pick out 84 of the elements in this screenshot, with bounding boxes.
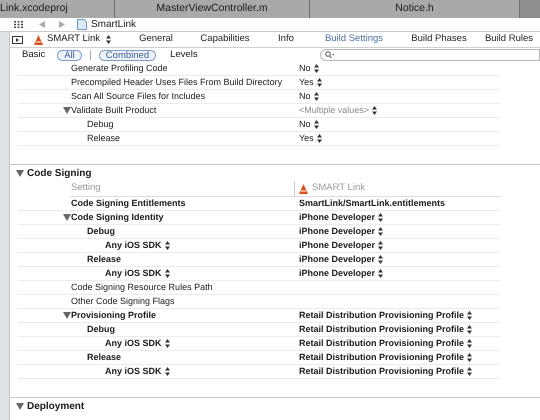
stepper-icon: [314, 120, 319, 129]
setting-value[interactable]: Retail Distribution Provisioning Profile: [299, 364, 472, 378]
stepper-icon: [378, 241, 384, 250]
setting-name: Debug: [87, 118, 114, 131]
setting-name: Generate Profiling Code: [71, 62, 168, 75]
stepper-icon: [467, 325, 472, 334]
grid-icon[interactable]: [14, 21, 23, 28]
stepper-icon: [467, 311, 472, 320]
editor-tab[interactable]: General: [124, 32, 187, 47]
setting-value[interactable]: iPhone Developer: [299, 224, 384, 238]
file-tab[interactable]: Notice.h: [310, 0, 520, 18]
stepper-icon: [467, 353, 472, 362]
setting-name: Any iOS SDK: [105, 238, 162, 252]
stepper-icon: [467, 367, 472, 376]
setting-name: Release: [87, 132, 120, 145]
stepper-icon: [378, 269, 384, 278]
setting-value[interactable]: Retail Distribution Provisioning Profile: [299, 308, 472, 322]
column-header: Setting: [70, 182, 101, 194]
file-tab[interactable]: MasterViewController.m: [115, 0, 310, 18]
setting-name: Validate Built Product: [71, 104, 156, 117]
filter-button[interactable]: Combined: [98, 50, 156, 60]
setting-value[interactable]: Retail Distribution Provisioning Profile: [299, 336, 472, 350]
setting-name: Precompiled Header Uses Files From Build Directory: [71, 76, 282, 89]
filter-button[interactable]: All: [57, 50, 82, 60]
setting-value[interactable]: No: [299, 118, 319, 132]
stepper-icon: [378, 227, 384, 236]
stepper-icon: [316, 134, 322, 143]
setting-name: Code Signing Resource Rules Path: [71, 280, 213, 294]
setting-value[interactable]: Yes: [299, 132, 322, 146]
stepper-icon: [316, 78, 322, 87]
setting-value[interactable]: No: [299, 62, 319, 76]
forward-icon[interactable]: [58, 21, 65, 28]
setting-name: Release: [87, 252, 122, 266]
editor-tab[interactable]: Build Settings: [308, 32, 399, 47]
breadcrumb-item[interactable]: SmartLink: [91, 17, 136, 32]
file-tab[interactable]: Link.xcodeproj: [0, 0, 115, 18]
stepper-icon: [164, 241, 170, 250]
setting-name: Debug: [87, 322, 115, 336]
stepper-icon: [372, 106, 378, 115]
setting-name: Code Signing Identity: [71, 210, 164, 224]
search-field[interactable]: [320, 49, 540, 61]
editor-tab[interactable]: Build Rules: [478, 32, 539, 47]
setting-name: Release: [87, 350, 122, 364]
editor-tab[interactable]: Capabilities: [186, 32, 263, 47]
stepper-icon: [314, 92, 319, 101]
sidebar-toggle-icon: [12, 36, 23, 44]
search-icon: [325, 51, 335, 59]
stepper-icon: [378, 255, 384, 264]
stepper-icon: [164, 367, 170, 376]
setting-name: Other Code Signing Flags: [71, 294, 175, 308]
setting-value[interactable]: Retail Distribution Provisioning Profile: [299, 350, 472, 364]
setting-name: Any iOS SDK: [105, 266, 162, 280]
setting-value[interactable]: No: [299, 90, 319, 104]
setting-name: Debug: [87, 224, 115, 238]
column-header: SMART Link: [294, 181, 365, 196]
setting-name: Any iOS SDK: [105, 364, 162, 378]
stepper-icon: [467, 339, 472, 348]
setting-name: Any iOS SDK: [105, 336, 162, 350]
setting-value[interactable]: SmartLink/SmartLink.entitlements: [299, 196, 446, 210]
setting-name: Scan All Source Files for Includes: [71, 90, 206, 103]
editor-tab[interactable]: Info: [262, 32, 309, 47]
stepper-icon: [106, 35, 111, 44]
section-title: Code Signing: [27, 166, 92, 180]
setting-value[interactable]: iPhone Developer: [299, 210, 384, 224]
back-icon[interactable]: [39, 21, 46, 28]
setting-value[interactable]: iPhone Developer: [299, 266, 384, 280]
setting-value[interactable]: iPhone Developer: [299, 238, 384, 252]
setting-value[interactable]: Retail Distribution Provisioning Profile: [299, 322, 472, 336]
setting-name: Provisioning Profile: [71, 308, 156, 322]
editor-tab[interactable]: Build Phases: [398, 32, 479, 47]
setting-value[interactable]: Yes: [299, 76, 322, 90]
filter-button[interactable]: Basic: [20, 48, 48, 62]
app-icon: [33, 34, 44, 44]
file-icon: [77, 19, 87, 30]
filter-button[interactable]: Levels: [168, 48, 200, 62]
setting-name: Code Signing Entitlements: [71, 196, 186, 210]
stepper-icon: [164, 269, 170, 278]
stepper-icon: [378, 213, 384, 222]
stepper-icon: [314, 64, 319, 73]
stepper-icon: [164, 339, 170, 348]
section-title: Deployment: [27, 400, 84, 414]
app-icon: [298, 184, 309, 194]
target-selector[interactable]: SMART Link: [33, 32, 111, 47]
setting-value[interactable]: iPhone Developer: [299, 252, 384, 266]
